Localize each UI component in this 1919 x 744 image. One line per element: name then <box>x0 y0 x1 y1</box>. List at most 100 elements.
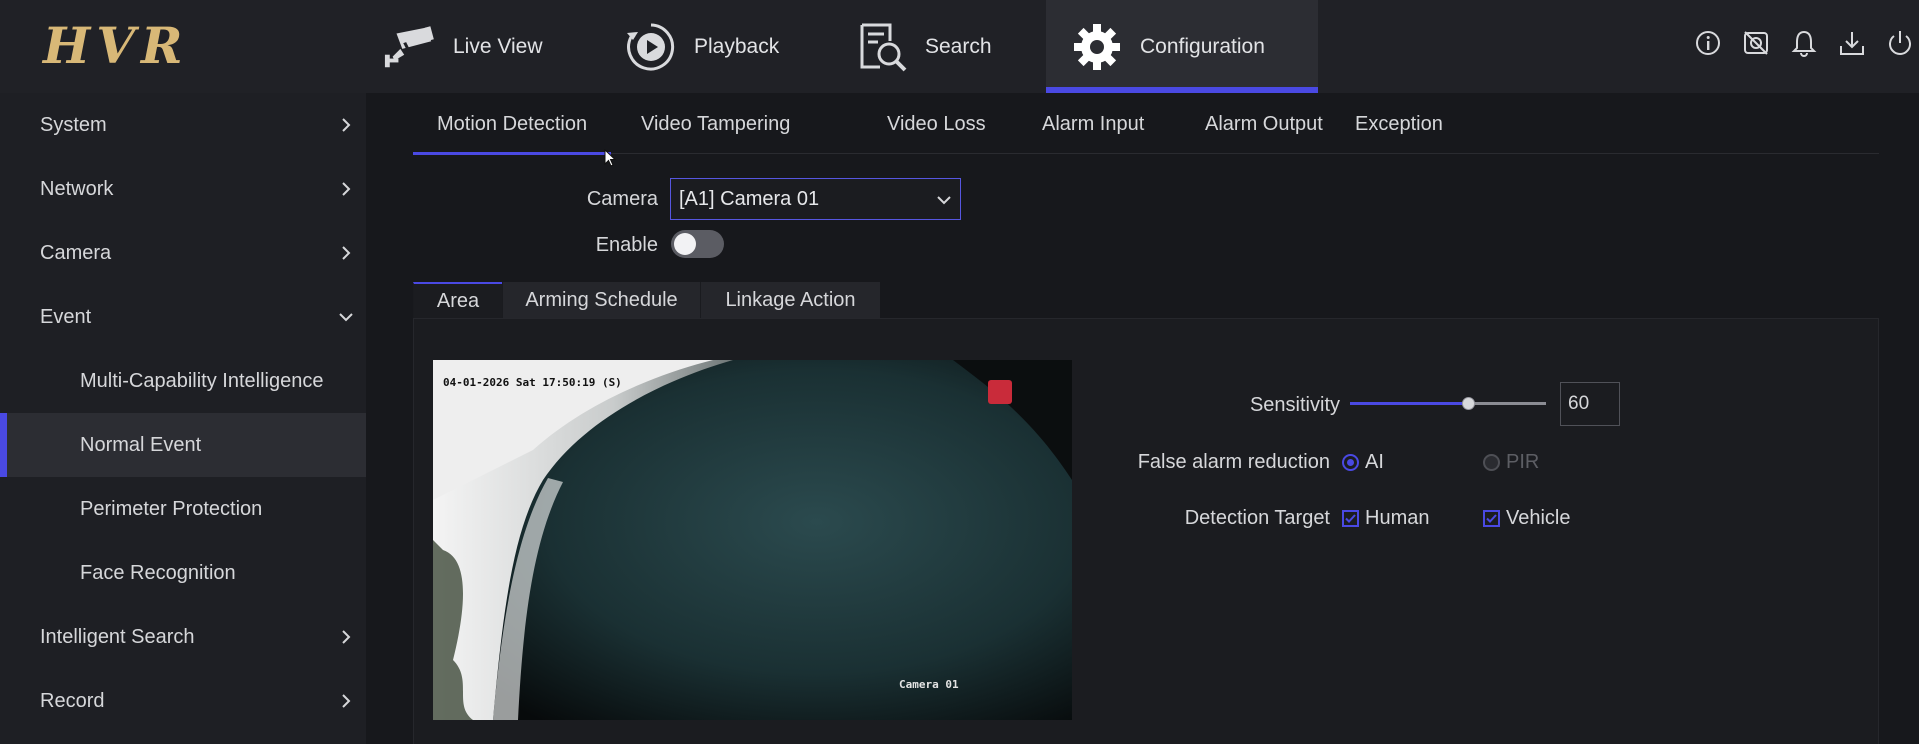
top-bar: HVR Live View Playback Search Configurat… <box>0 0 1919 93</box>
checkbox-vehicle[interactable]: Vehicle <box>1483 507 1571 530</box>
active-tab-indicator <box>413 152 612 155</box>
nav-label: Configuration <box>1140 34 1265 58</box>
sidebar-item-system[interactable]: System <box>0 93 366 157</box>
nav-tab-search[interactable]: Search <box>855 0 992 93</box>
sidebar-item-label: Normal Event <box>80 433 202 456</box>
sidebar: System Network Camera Event Multi-Capabi… <box>0 93 366 744</box>
nav-label: Search <box>925 34 992 58</box>
sidebar-item-label: Face Recognition <box>80 561 236 584</box>
chevron-right-icon <box>336 627 356 647</box>
tab-video-tampering[interactable]: Video Tampering <box>641 113 790 154</box>
osd-alert-icon <box>988 380 1012 404</box>
checkbox-checked-icon <box>1483 510 1500 527</box>
tab-exception[interactable]: Exception <box>1355 113 1443 154</box>
nav-tab-playback[interactable]: Playback <box>624 0 779 93</box>
radio-pir[interactable]: PIR <box>1483 451 1539 474</box>
nav-tab-live-view[interactable]: Live View <box>383 0 543 93</box>
tab-label: Video Loss <box>887 113 986 135</box>
radio-selected-icon <box>1342 454 1359 471</box>
tab-alarm-output[interactable]: Alarm Output <box>1205 113 1323 154</box>
toggle-knob <box>674 233 696 255</box>
camera-label: Camera <box>586 188 658 210</box>
nav-label: Playback <box>694 34 780 58</box>
sidebar-item-perimeter-protection[interactable]: Perimeter Protection <box>0 477 366 541</box>
sidebar-item-normal-event[interactable]: Normal Event <box>0 413 366 477</box>
slider-fill <box>1350 402 1468 405</box>
checkbox-label: Human <box>1365 507 1430 529</box>
checkbox-label: Vehicle <box>1506 507 1571 529</box>
sensitivity-value-input[interactable]: 60 <box>1560 382 1620 426</box>
osd-timestamp: 04-01-2026 Sat 17:50:19 (S) <box>443 376 622 389</box>
sidebar-item-network[interactable]: Network <box>0 157 366 221</box>
detection-target-label: Detection Target <box>1184 507 1330 529</box>
slider-thumb[interactable] <box>1461 397 1475 410</box>
sidebar-item-label: Intelligent Search <box>40 625 195 648</box>
tab-label: Arming Schedule <box>525 288 678 311</box>
camera-scene-image <box>433 360 1072 720</box>
tab-label: Video Tampering <box>641 113 791 135</box>
radio-unselected-icon <box>1483 454 1500 471</box>
sensitivity-slider[interactable] <box>1350 393 1546 413</box>
sensitivity-label: Sensitivity <box>1249 394 1340 416</box>
area-tabs: Area Arming Schedule Linkage Action <box>413 282 1879 318</box>
nav-label: Live View <box>453 34 543 58</box>
sidebar-item-label: Multi-Capability Intelligence <box>80 369 324 392</box>
sidebar-item-label: Camera <box>40 241 112 264</box>
tab-label: Motion Detection <box>437 113 588 135</box>
app-logo: HVR <box>43 16 189 75</box>
sidebar-item-record[interactable]: Record <box>0 669 366 733</box>
sidebar-item-camera[interactable]: Camera <box>0 221 366 285</box>
cctv-camera-icon <box>383 20 437 74</box>
download-icon[interactable] <box>1836 27 1868 59</box>
sidebar-item-label: Network <box>40 177 114 200</box>
camera-off-icon[interactable] <box>1740 27 1772 59</box>
chevron-down-icon <box>936 191 952 207</box>
radio-ai[interactable]: AI <box>1342 451 1384 474</box>
radio-label: AI <box>1365 451 1384 473</box>
gear-icon <box>1070 20 1124 74</box>
sidebar-item-multi-capability-intelligence[interactable]: Multi-Capability Intelligence <box>0 349 366 413</box>
tab-alarm-input[interactable]: Alarm Input <box>1042 113 1144 154</box>
chevron-right-icon <box>336 115 356 135</box>
camera-select[interactable]: [A1] Camera 01 <box>670 178 961 220</box>
sidebar-item-label: System <box>40 113 107 136</box>
bell-icon[interactable] <box>1788 27 1820 59</box>
sidebar-item-label: Record <box>40 689 105 712</box>
sidebar-item-face-recognition[interactable]: Face Recognition <box>0 541 366 605</box>
tab-label: Area <box>436 289 480 312</box>
power-icon[interactable] <box>1884 27 1916 59</box>
sidebar-item-event[interactable]: Event <box>0 285 366 349</box>
enable-label: Enable <box>595 234 658 256</box>
playback-icon <box>624 20 678 74</box>
camera-select-value: [A1] Camera 01 <box>679 187 820 210</box>
sidebar-item-intelligent-search[interactable]: Intelligent Search <box>0 605 366 669</box>
event-type-tabs: Motion Detection Video Tampering Video L… <box>413 113 1879 155</box>
checkbox-human[interactable]: Human <box>1342 507 1429 530</box>
tab-area[interactable]: Area <box>413 282 502 318</box>
tab-label: Linkage Action <box>725 288 856 311</box>
tab-label: Alarm Output <box>1205 113 1323 135</box>
osd-camera-name: Camera 01 <box>899 678 959 691</box>
tab-video-loss[interactable]: Video Loss <box>887 113 986 154</box>
checkbox-checked-icon <box>1342 510 1359 527</box>
chevron-right-icon <box>336 691 356 711</box>
chevron-down-icon <box>336 307 356 327</box>
sidebar-item-label: Event <box>40 305 92 328</box>
camera-preview[interactable]: 04-01-2026 Sat 17:50:19 (S) Camera 01 <box>433 360 1072 720</box>
tab-label: Exception <box>1355 113 1443 135</box>
nav-tab-configuration[interactable]: Configuration <box>1046 0 1318 93</box>
active-item-indicator <box>0 413 7 477</box>
tab-arming-schedule[interactable]: Arming Schedule <box>502 282 700 318</box>
sidebar-item-label: Perimeter Protection <box>80 497 263 520</box>
chevron-right-icon <box>336 179 356 199</box>
enable-toggle[interactable] <box>671 230 724 258</box>
search-document-icon <box>855 20 909 74</box>
tab-label: Alarm Input <box>1042 113 1145 135</box>
info-icon[interactable] <box>1692 27 1724 59</box>
tab-motion-detection[interactable]: Motion Detection <box>413 113 612 155</box>
tab-linkage-action[interactable]: Linkage Action <box>700 282 880 318</box>
radio-label: PIR <box>1506 451 1540 473</box>
mouse-cursor <box>604 148 618 169</box>
false-alarm-reduction-label: False alarm reduction <box>1137 451 1330 473</box>
chevron-right-icon <box>336 243 356 263</box>
